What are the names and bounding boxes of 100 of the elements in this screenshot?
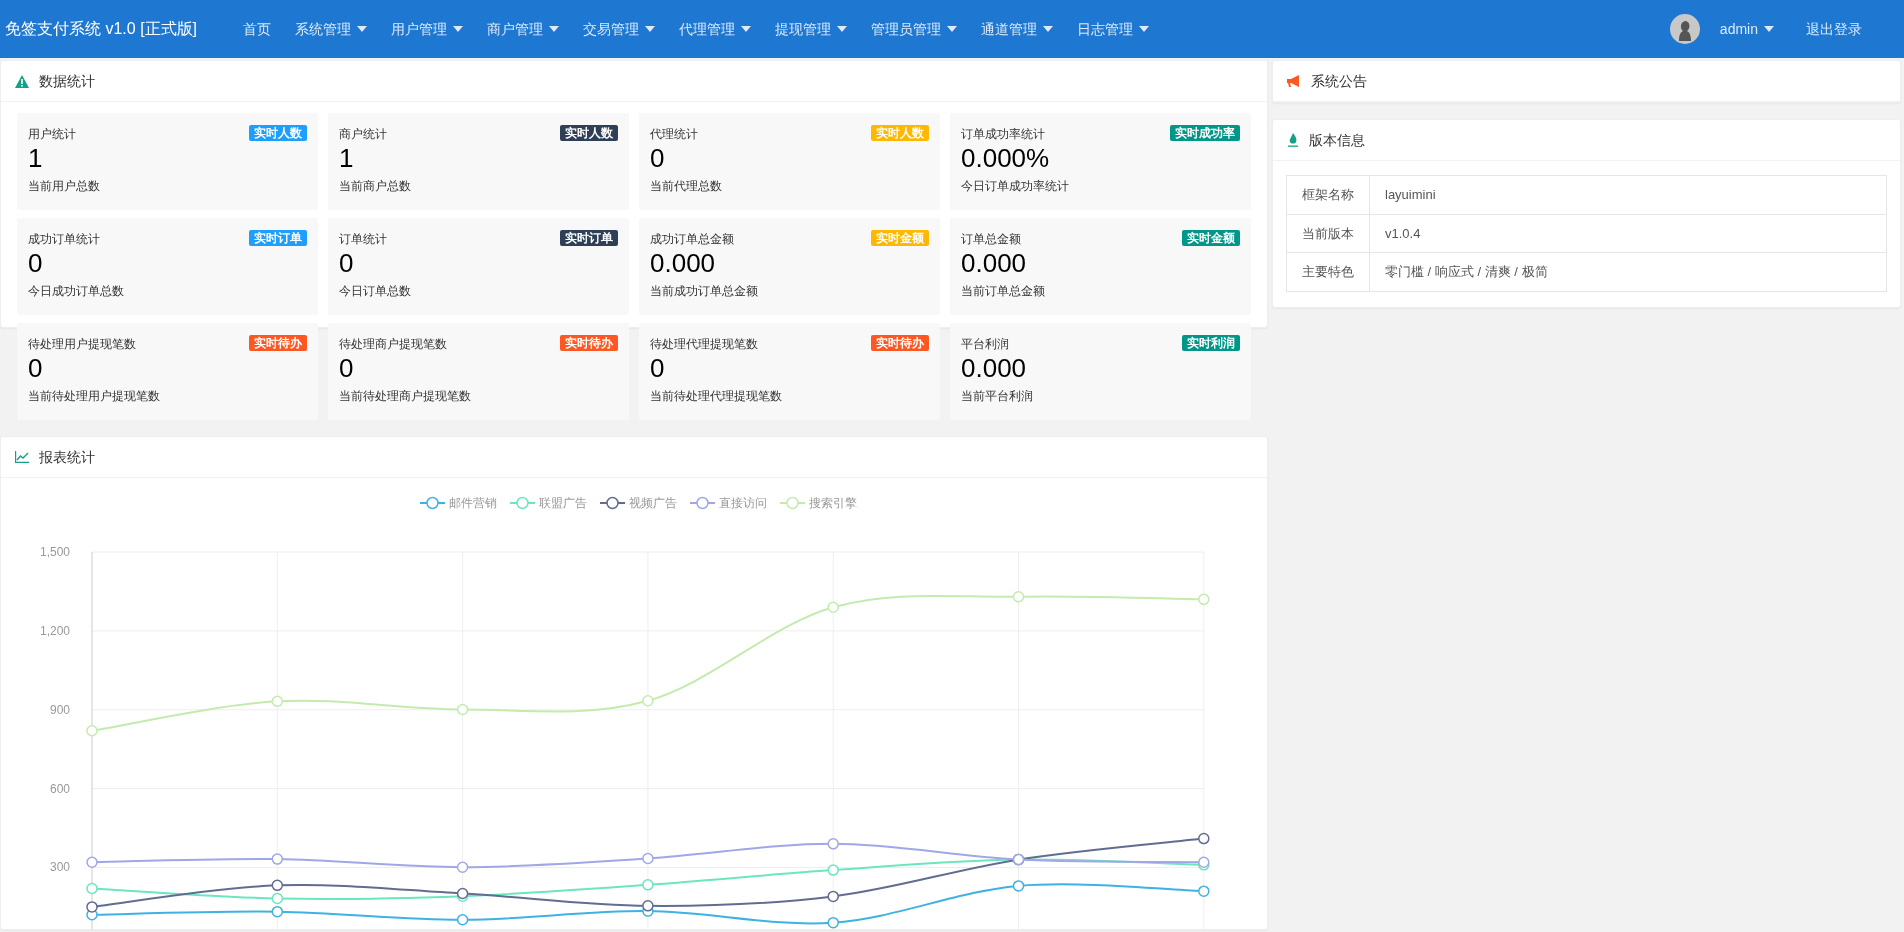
line-chart-icon bbox=[15, 451, 29, 463]
data-point bbox=[642, 695, 654, 707]
data-point bbox=[456, 914, 469, 926]
info-value: 零门槛 / 响应式 / 清爽 / 极简 bbox=[1369, 252, 1887, 291]
status-tag: 实时待办 bbox=[249, 335, 307, 351]
tile-caption: 当前平台利润 bbox=[961, 389, 1033, 403]
legend-label: 视频广告 bbox=[629, 496, 677, 510]
tile-caption: 当前用户总数 bbox=[28, 179, 100, 193]
status-tag: 实时订单 bbox=[249, 230, 307, 246]
data-point bbox=[1012, 590, 1025, 603]
axis-label: 1,200 bbox=[39, 623, 70, 638]
data-point bbox=[642, 879, 654, 891]
flame-icon bbox=[1287, 133, 1299, 147]
data-point bbox=[827, 838, 839, 850]
data-point bbox=[642, 852, 654, 865]
data-point bbox=[271, 853, 284, 865]
nav-menu-item[interactable]: 提现管理 bbox=[763, 0, 860, 58]
tile-caption: 今日订单成功率统计 bbox=[961, 179, 1069, 193]
data-point bbox=[827, 890, 839, 903]
axis-label: 300 bbox=[49, 860, 70, 875]
tile-caption: 当前待处理商户提现笔数 bbox=[339, 389, 471, 403]
tile-caption: 当前待处理代理提现笔数 bbox=[650, 389, 782, 403]
axis-label: 600 bbox=[49, 781, 70, 796]
tile-caption: 当前成功订单总金额 bbox=[650, 284, 758, 298]
megaphone-icon bbox=[1287, 75, 1301, 87]
tile-caption: 今日订单总数 bbox=[339, 284, 411, 298]
data-point bbox=[86, 901, 98, 913]
tile-caption: 当前待处理用户提现笔数 bbox=[28, 389, 160, 403]
logout-link[interactable]: 退出登录 bbox=[1794, 0, 1874, 58]
nav-menu-item[interactable]: 商户管理 bbox=[475, 0, 572, 58]
data-point bbox=[456, 861, 469, 873]
nav-menu-item[interactable]: 日志管理 bbox=[1065, 0, 1162, 58]
data-point bbox=[271, 879, 284, 892]
data-point bbox=[1198, 885, 1210, 897]
tile-title: 待处理用户提现笔数 bbox=[28, 336, 136, 353]
brand-title: 免签支付系统 v1.0 [正式版] bbox=[4, 19, 198, 39]
data-point bbox=[1012, 880, 1025, 892]
warning-icon bbox=[15, 74, 29, 88]
data-point bbox=[827, 601, 839, 613]
data-point bbox=[271, 892, 284, 905]
status-tag: 实时待办 bbox=[560, 335, 618, 351]
tile-value: 0 bbox=[339, 248, 354, 278]
tile-caption: 今日成功订单总数 bbox=[28, 284, 124, 298]
nav-menu-item[interactable]: 管理员管理 bbox=[859, 0, 970, 58]
nav-menu-item[interactable]: 代理管理 bbox=[667, 0, 764, 58]
status-tag: 实时成功率 bbox=[1170, 125, 1240, 141]
legend-label: 联盟广告 bbox=[539, 496, 587, 510]
status-tag: 实时金额 bbox=[1182, 230, 1240, 246]
axis-label: 900 bbox=[49, 702, 70, 717]
legend-label: 邮件营销 bbox=[449, 496, 497, 510]
data-point bbox=[86, 882, 98, 895]
tile-value: 0 bbox=[28, 353, 43, 383]
tile-value: 1 bbox=[339, 143, 354, 173]
panel-title: 数据统计 bbox=[39, 71, 95, 91]
status-tag: 实时金额 bbox=[871, 230, 929, 246]
nav-menu-item[interactable]: 交易管理 bbox=[571, 0, 668, 58]
tile-title: 订单成功率统计 bbox=[961, 126, 1045, 143]
status-tag: 实时待办 bbox=[871, 335, 929, 351]
tile-value: 0.000 bbox=[650, 248, 716, 278]
info-label: 主要特色 bbox=[1286, 252, 1370, 291]
tile-title: 待处理代理提现笔数 bbox=[650, 336, 758, 353]
status-tag: 实时人数 bbox=[871, 125, 929, 141]
data-point bbox=[86, 856, 98, 868]
info-label: 框架名称 bbox=[1286, 175, 1370, 214]
legend-label: 直接访问 bbox=[719, 496, 767, 510]
tile-value: 0.000 bbox=[961, 353, 1027, 383]
info-value: layuimini bbox=[1369, 175, 1887, 214]
data-point bbox=[456, 703, 469, 716]
tile-title: 待处理商户提现笔数 bbox=[339, 336, 447, 353]
tile-value: 0 bbox=[28, 248, 43, 278]
nav-menu-item[interactable]: 首页 bbox=[231, 0, 284, 58]
tile-value: 0 bbox=[339, 353, 354, 383]
tile-caption: 当前代理总数 bbox=[650, 179, 722, 193]
tile-title: 订单总金额 bbox=[961, 231, 1021, 248]
data-point bbox=[827, 864, 839, 876]
panel-title: 报表统计 bbox=[39, 447, 95, 467]
data-point bbox=[1198, 593, 1210, 606]
tile-title: 商户统计 bbox=[339, 126, 387, 143]
tile-value: 0.000 bbox=[961, 248, 1027, 278]
tile-title: 代理统计 bbox=[650, 126, 698, 143]
tile-value: 1 bbox=[28, 143, 43, 173]
tile-title: 订单统计 bbox=[339, 231, 387, 248]
data-point bbox=[1198, 832, 1210, 845]
tile-value: 0.000% bbox=[961, 143, 1050, 173]
user-menu[interactable]: admin bbox=[1707, 0, 1786, 58]
avatar-icon bbox=[1669, 14, 1700, 44]
tile-title: 用户统计 bbox=[28, 126, 76, 143]
panel-title: 版本信息 bbox=[1309, 130, 1365, 150]
nav-menu-item[interactable]: 系统管理 bbox=[283, 0, 380, 58]
status-tag: 实时人数 bbox=[560, 125, 618, 141]
data-point bbox=[642, 900, 654, 912]
data-point bbox=[271, 905, 284, 918]
nav-menu-item[interactable]: 用户管理 bbox=[379, 0, 476, 58]
status-tag: 实时利润 bbox=[1182, 335, 1240, 351]
panel-title: 系统公告 bbox=[1311, 71, 1367, 91]
tile-caption: 当前订单总金额 bbox=[961, 284, 1045, 298]
data-point bbox=[86, 725, 98, 737]
tile-caption: 当前商户总数 bbox=[339, 179, 411, 193]
tile-title: 成功订单总金额 bbox=[650, 231, 734, 248]
nav-menu-item[interactable]: 通道管理 bbox=[969, 0, 1066, 58]
